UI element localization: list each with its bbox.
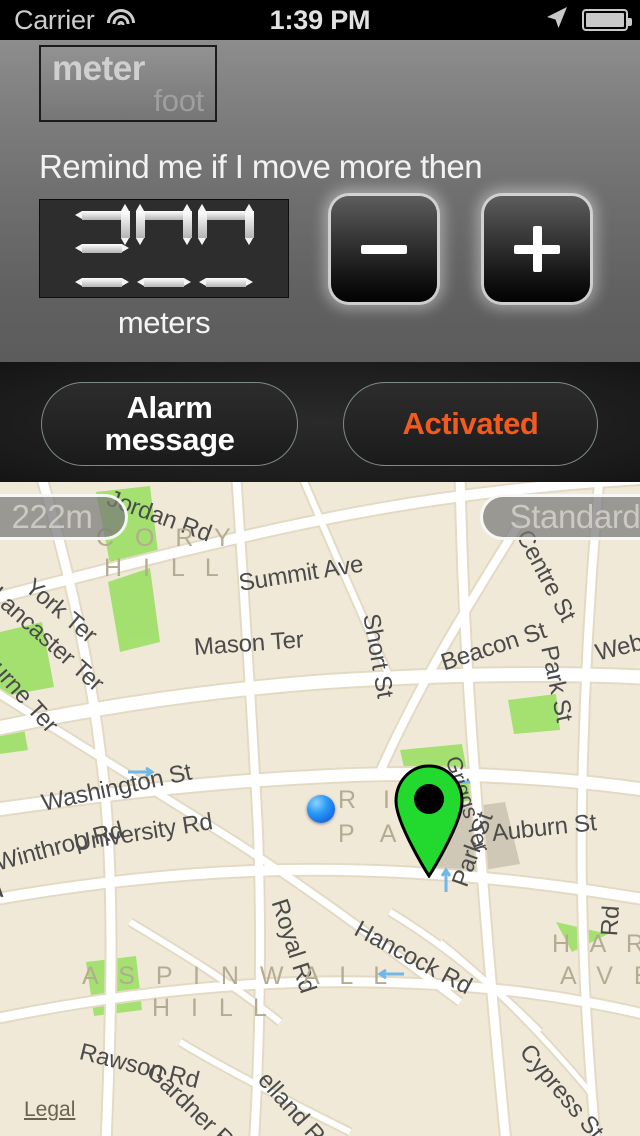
status-bar: Carrier 1:39 PM [0,0,640,40]
unit-option-meter[interactable]: meter [52,49,145,89]
lcd-digit [136,203,192,287]
plus-icon-vertical [532,226,542,272]
area-label: A V E [560,962,640,990]
settings-panel: meter foot Sounds Remind me if I move mo… [0,40,640,362]
area-label: H I L L [104,554,226,582]
sounds-button-label: Sounds [448,64,564,101]
app-root: Carrier 1:39 PM meter foot Sounds Remind… [0,0,640,1136]
alarm-bar: Alarm message Activated [0,362,640,482]
alarm-status-button[interactable]: Activated [343,382,598,466]
alarm-message-line1: Alarm [126,389,213,425]
alarm-message-line2: message [104,422,235,457]
lcd-digit [74,203,130,287]
destination-pin[interactable] [390,762,468,878]
sounds-button[interactable]: Sounds [396,43,640,123]
minus-icon [361,244,407,254]
decrement-button[interactable] [331,196,437,302]
map-type-label: Standard [509,498,640,535]
map-type-button[interactable]: Standard [480,494,640,540]
distance-unit-label: meters [117,305,211,340]
area-label: A S P I N W A L L [82,962,395,990]
map-scale-indicator: 222m [0,494,128,540]
battery-icon [582,9,632,31]
status-bar-right [544,0,632,40]
increment-button[interactable] [484,196,590,302]
area-label: H A R V [552,930,640,958]
user-location-dot [307,795,335,823]
alarm-message-label: Alarm message [104,389,235,457]
distance-display [39,199,289,298]
legal-link[interactable]: Legal [24,1098,75,1122]
unit-toggle[interactable]: meter foot [39,45,217,122]
area-label: H I L L [152,994,274,1022]
alarm-message-button[interactable]: Alarm message [41,382,298,466]
location-arrow-icon [544,5,570,36]
map-scale-label: 222m [11,498,93,535]
map-view[interactable]: Jordan Rd Summit Ave York Ter Lancaster … [0,482,640,1136]
alarm-status-label: Activated [402,405,539,441]
remind-instruction: Remind me if I move more then [39,148,483,185]
lcd-digit [198,203,254,287]
clock-label: 1:39 PM [269,4,371,35]
unit-option-foot[interactable]: foot [153,83,204,119]
sounds-button-shape [396,43,640,123]
